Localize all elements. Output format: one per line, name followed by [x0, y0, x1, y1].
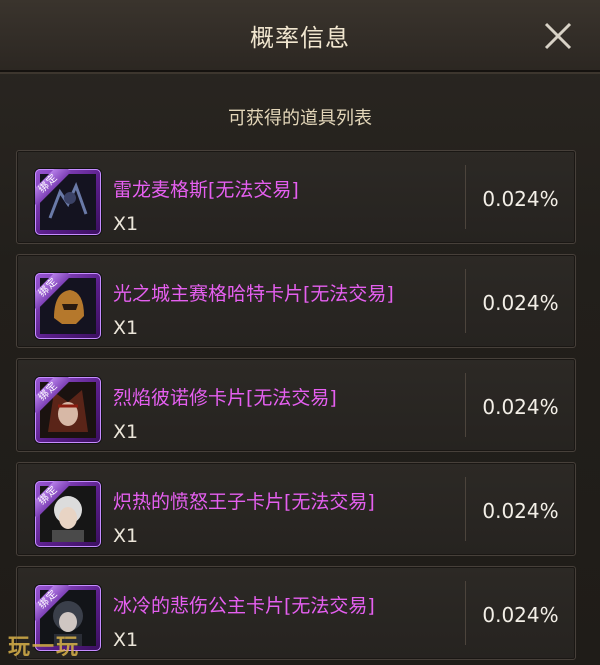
item-probability: 0.024%	[482, 187, 559, 211]
obtainable-items-list[interactable]: 绑定 雷龙麦格斯[无法交易] X1 0.024% 绑定 光之城主赛格哈特卡片[无…	[16, 150, 576, 665]
item-quantity: X1	[113, 213, 139, 235]
item-quantity: X1	[113, 317, 139, 339]
probability-info-dialog: 概率信息 可获得的道具列表 绑定 雷龙麦格斯[无法交易] X1 0.024% 绑…	[0, 0, 600, 665]
item-name: 炽热的愤怒王子卡片[无法交易]	[113, 491, 375, 513]
list-item: 绑定 冰冷的悲伤公主卡片[无法交易] X1 0.024%	[16, 566, 576, 660]
close-icon	[544, 22, 572, 50]
list-item: 绑定 光之城主赛格哈特卡片[无法交易] X1 0.024%	[16, 254, 576, 348]
item-name: 烈焰彼诺修卡片[无法交易]	[113, 387, 337, 409]
dialog-title: 概率信息	[250, 24, 350, 52]
item-quantity: X1	[113, 629, 139, 651]
item-probability: 0.024%	[482, 395, 559, 419]
item-icon-frame[interactable]: 绑定	[35, 481, 101, 547]
item-probability: 0.024%	[482, 603, 559, 627]
item-icon-frame[interactable]: 绑定	[35, 377, 101, 443]
item-quantity: X1	[113, 525, 139, 547]
watermark-logo: 玩一玩	[8, 635, 81, 660]
item-name: 光之城主赛格哈特卡片[无法交易]	[113, 283, 394, 305]
item-quantity: X1	[113, 421, 139, 443]
item-icon-frame[interactable]: 绑定	[35, 273, 101, 339]
item-list-heading: 可获得的道具列表	[228, 108, 372, 129]
item-name: 冰冷的悲伤公主卡片[无法交易]	[113, 595, 375, 617]
list-item: 绑定 炽热的愤怒王子卡片[无法交易] X1 0.024%	[16, 462, 576, 556]
close-button[interactable]	[542, 20, 574, 52]
item-probability: 0.024%	[482, 291, 559, 315]
list-item: 绑定 烈焰彼诺修卡片[无法交易] X1 0.024%	[16, 358, 576, 452]
item-probability: 0.024%	[482, 499, 559, 523]
dialog-titlebar: 概率信息	[0, 0, 600, 72]
item-name: 雷龙麦格斯[无法交易]	[113, 179, 299, 201]
list-item: 绑定 雷龙麦格斯[无法交易] X1 0.024%	[16, 150, 576, 244]
item-icon-frame[interactable]: 绑定	[35, 169, 101, 235]
